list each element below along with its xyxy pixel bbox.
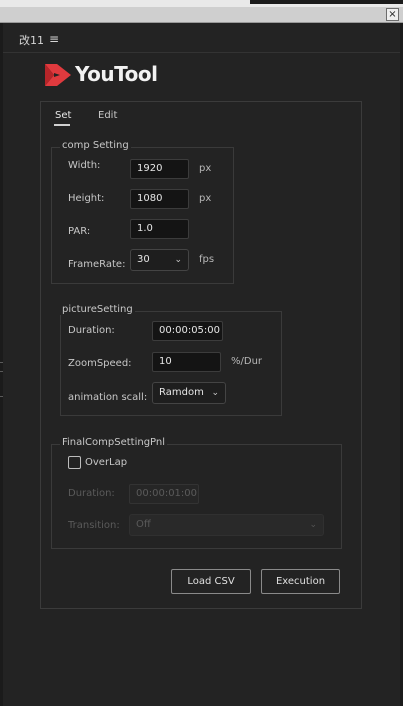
close-icon[interactable]: ×	[386, 8, 399, 21]
final-duration-label: Duration:	[68, 488, 115, 499]
width-label: Width:	[68, 160, 101, 171]
comp-setting-legend: comp Setting	[60, 140, 131, 151]
framerate-select[interactable]: 30 ⌄	[130, 249, 189, 271]
transition-value: Off	[136, 519, 151, 530]
framerate-value: 30	[137, 254, 150, 265]
edge-tick	[0, 371, 3, 372]
width-unit: px	[199, 163, 212, 174]
duration-label: Duration:	[68, 325, 115, 336]
final-comp-legend: FinalCompSettingPnl	[60, 437, 168, 448]
menu-icon[interactable]: ≡	[49, 33, 59, 45]
par-label: PAR:	[68, 226, 91, 237]
framerate-label: FrameRate:	[68, 259, 126, 270]
tab-set[interactable]: Set	[55, 110, 71, 121]
animation-select[interactable]: Ramdom ⌄	[152, 382, 226, 404]
picture-setting-legend: pictureSetting	[60, 304, 135, 315]
chevron-down-icon: ⌄	[211, 388, 219, 398]
edge-tick	[0, 362, 3, 363]
tab-edit[interactable]: Edit	[98, 110, 117, 121]
window-titlebar: ×	[0, 7, 403, 23]
execution-button[interactable]: Execution	[261, 569, 340, 594]
overlap-label[interactable]: OverLap	[85, 457, 127, 468]
panel-header	[3, 23, 400, 53]
transition-select[interactable]: Off ⌄	[129, 514, 324, 536]
duration-input[interactable]: 00:00:05:00	[152, 321, 223, 341]
height-unit: px	[199, 193, 212, 204]
par-input[interactable]: 1.0	[130, 219, 189, 239]
top-strip	[0, 0, 403, 7]
edge-tick	[0, 396, 3, 397]
zoomspeed-label: ZoomSpeed:	[68, 358, 132, 369]
youtool-logo-icon	[45, 64, 71, 86]
animation-label: animation scall:	[68, 392, 148, 403]
final-duration-input[interactable]: 00:00:01:00	[129, 484, 199, 504]
height-label: Height:	[68, 193, 105, 204]
brand-name: YouTool	[75, 62, 158, 86]
chevron-down-icon: ⌄	[309, 520, 317, 530]
width-input[interactable]: 1920	[130, 159, 189, 179]
zoomspeed-unit: %/Dur	[231, 356, 263, 367]
animation-value: Ramdom	[159, 387, 204, 398]
left-edge	[0, 23, 3, 706]
overlap-checkbox[interactable]	[68, 456, 81, 469]
zoomspeed-input[interactable]: 10	[152, 352, 221, 372]
load-csv-button[interactable]: Load CSV	[171, 569, 251, 594]
chevron-down-icon: ⌄	[174, 255, 182, 265]
height-input[interactable]: 1080	[130, 189, 189, 209]
panel-title: 改11	[19, 34, 44, 47]
transition-label: Transition:	[68, 520, 120, 531]
framerate-unit: fps	[199, 254, 215, 265]
active-tab-indicator	[54, 124, 70, 126]
